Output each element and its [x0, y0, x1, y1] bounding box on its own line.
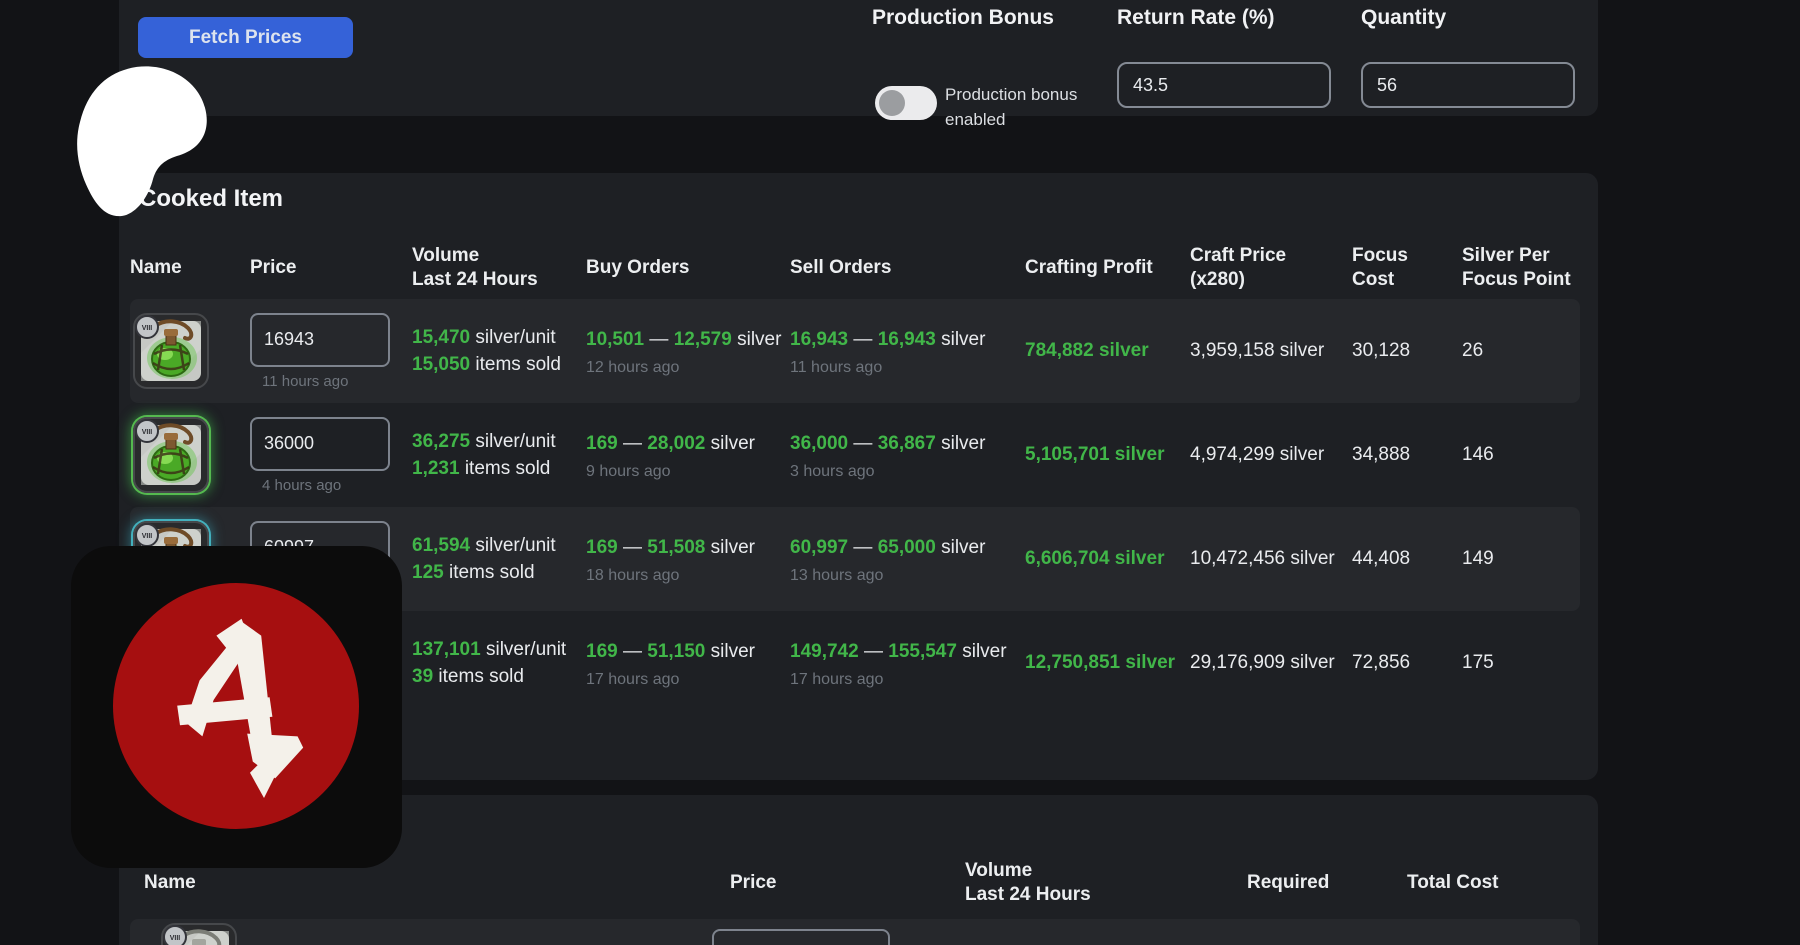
- buy-orders-cell: 169 — 51,150 silver 17 hours ago: [586, 638, 790, 689]
- potion-item-icon: VIII: [161, 923, 237, 945]
- buy-updated-ago: 18 hours ago: [586, 567, 790, 585]
- buy-updated-ago: 17 hours ago: [586, 671, 790, 689]
- production-bonus-toggle-label: Production bonus enabled: [945, 82, 1085, 132]
- potion-item-icon: VIII: [133, 313, 209, 389]
- sell-updated-ago: 11 hours ago: [790, 359, 1025, 377]
- focus-cost: 34,888: [1352, 444, 1462, 466]
- volume-cell: 137,101 silver/unit 39 items sold: [412, 636, 586, 690]
- silver-per-focus-point: 146: [1462, 444, 1580, 466]
- production-bonus-toggle[interactable]: [875, 86, 937, 120]
- volume-cell: 36,275 silver/unit 1,231 items sold: [412, 428, 586, 482]
- white-blob-overlay: [76, 62, 210, 220]
- crafting-profit: 5,105,701 silver: [1025, 444, 1190, 466]
- focus-cost: 44,408: [1352, 548, 1462, 570]
- item-icon[interactable]: VIII: [133, 417, 209, 493]
- sell-orders-cell: 16,943 — 16,943 silver 11 hours ago: [790, 326, 1025, 377]
- svg-text:VIII: VIII: [142, 533, 153, 540]
- header-name: Name: [130, 256, 250, 280]
- focus-cost: 72,856: [1352, 652, 1462, 674]
- sell-orders-cell: 60,997 — 65,000 silver 13 hours ago: [790, 534, 1025, 585]
- header-name: Name: [130, 871, 730, 895]
- price-updated-ago: 11 hours ago: [262, 373, 412, 390]
- header-crafting-profit: Crafting Profit: [1025, 256, 1190, 280]
- buy-updated-ago: 9 hours ago: [586, 463, 790, 481]
- volume-cell: 15,470 silver/unit 15,050 items sold: [412, 324, 586, 378]
- return-rate-heading: Return Rate (%): [1117, 6, 1275, 30]
- production-bonus-heading: Production Bonus: [872, 6, 1054, 30]
- craft-price: 4,974,299 silver: [1190, 444, 1352, 466]
- header-price: Price: [730, 871, 965, 895]
- crafting-profit: 12,750,851 silver: [1025, 652, 1190, 674]
- crafting-profit: 784,882 silver: [1025, 340, 1190, 362]
- toolbar-card: Fetch Prices Production Bonus Production…: [119, 0, 1598, 116]
- sell-orders-cell: 36,000 — 36,867 silver 3 hours ago: [790, 430, 1025, 481]
- svg-text:VIII: VIII: [142, 429, 153, 436]
- toggle-knob-icon: [879, 90, 905, 116]
- price-updated-ago: 4 hours ago: [262, 477, 412, 494]
- ingredient-price-input[interactable]: [712, 929, 890, 945]
- header-buy-orders: Buy Orders: [586, 256, 790, 280]
- gothic-a-icon: [166, 616, 306, 798]
- header-total-cost: Total Cost: [1407, 871, 1580, 895]
- potion-item-icon: VIII: [133, 417, 209, 493]
- item-name-cell: VIII: [130, 313, 250, 389]
- crafting-profit: 6,606,704 silver: [1025, 548, 1190, 570]
- sell-orders-cell: 149,742 — 155,547 silver 17 hours ago: [790, 638, 1025, 689]
- svg-text:VIII: VIII: [170, 935, 181, 942]
- craft-price: 10,472,456 silver: [1190, 548, 1352, 570]
- quantity-input[interactable]: [1361, 62, 1575, 108]
- page: { "theme": { "page_bg": "#121316", "card…: [0, 0, 1800, 945]
- albion-online-logo: [71, 546, 402, 868]
- ingredient-icon[interactable]: VIII: [161, 923, 237, 945]
- volume-cell: 61,594 silver/unit 125 items sold: [412, 532, 586, 586]
- price-input[interactable]: [250, 313, 390, 367]
- header-sell-orders: Sell Orders: [790, 256, 1025, 280]
- header-volume: VolumeLast 24 Hours: [412, 244, 586, 292]
- cooked-table-header: Name Price VolumeLast 24 Hours Buy Order…: [130, 237, 1580, 299]
- buy-orders-cell: 169 — 28,002 silver 9 hours ago: [586, 430, 790, 481]
- return-rate-input[interactable]: [1117, 62, 1331, 108]
- sell-updated-ago: 17 hours ago: [790, 671, 1025, 689]
- fetch-prices-button[interactable]: Fetch Prices: [138, 17, 353, 58]
- svg-text:VIII: VIII: [142, 325, 153, 332]
- item-price-cell: 11 hours ago: [250, 313, 412, 390]
- silver-per-focus-point: 149: [1462, 548, 1580, 570]
- quantity-heading: Quantity: [1361, 6, 1446, 30]
- header-craft-price: Craft Price(x280): [1190, 244, 1352, 292]
- header-silver-per-focus: Silver PerFocus Point: [1462, 244, 1580, 292]
- item-row[interactable]: VIII 11 hours ago 15,470 silver/unit 15,…: [130, 299, 1580, 403]
- ingredient-row[interactable]: VIII: [130, 919, 1580, 945]
- buy-updated-ago: 12 hours ago: [586, 359, 790, 377]
- item-name-cell: VIII: [130, 417, 250, 493]
- silver-per-focus-point: 26: [1462, 340, 1580, 362]
- header-volume: VolumeLast 24 Hours: [965, 859, 1247, 907]
- sell-updated-ago: 13 hours ago: [790, 567, 1025, 585]
- craft-price: 29,176,909 silver: [1190, 652, 1352, 674]
- item-row[interactable]: VIII 4 hours ago 36,275 silver/unit 1,23…: [130, 403, 1580, 507]
- header-focus-cost: FocusCost: [1352, 244, 1462, 292]
- sell-updated-ago: 3 hours ago: [790, 463, 1025, 481]
- header-price: Price: [250, 256, 412, 280]
- item-price-cell: 4 hours ago: [250, 417, 412, 494]
- header-required: Required: [1247, 871, 1407, 895]
- price-input[interactable]: [250, 417, 390, 471]
- buy-orders-cell: 169 — 51,508 silver 18 hours ago: [586, 534, 790, 585]
- buy-orders-cell: 10,501 — 12,579 silver 12 hours ago: [586, 326, 790, 377]
- item-icon[interactable]: VIII: [133, 313, 209, 389]
- focus-cost: 30,128: [1352, 340, 1462, 362]
- silver-per-focus-point: 175: [1462, 652, 1580, 674]
- craft-price: 3,959,158 silver: [1190, 340, 1352, 362]
